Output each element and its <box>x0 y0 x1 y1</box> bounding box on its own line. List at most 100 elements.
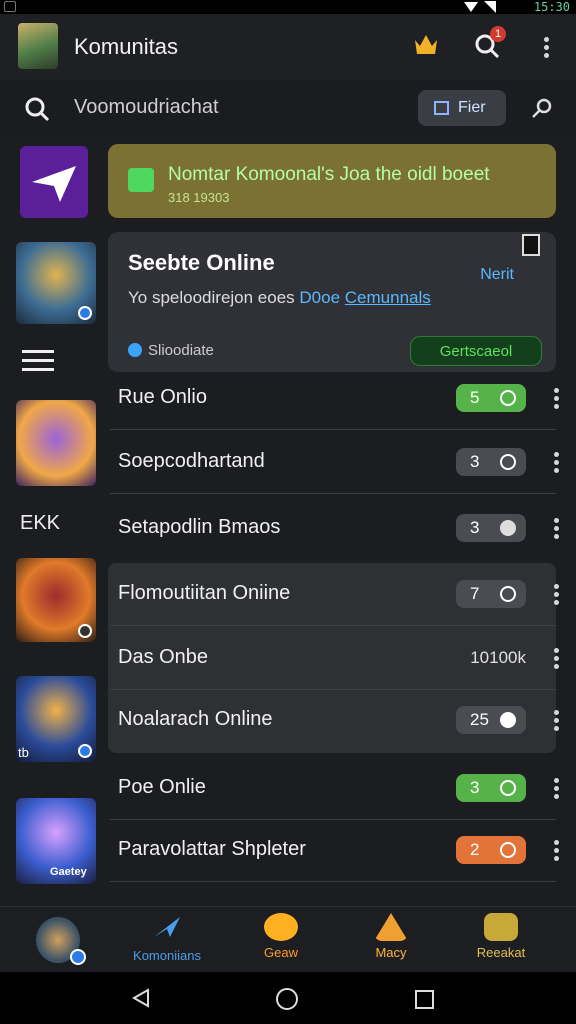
list-item[interactable]: Flomoutiitan Oniine 7 <box>108 564 559 626</box>
filter-label: Fier <box>458 99 486 116</box>
refresh-icon <box>500 390 516 406</box>
crown-icon[interactable] <box>412 30 440 58</box>
globe-icon <box>128 343 142 357</box>
list-item-name: Paravolattar Shpleter <box>118 838 306 860</box>
crown-icon <box>484 913 518 941</box>
card-title: Seebte Online <box>128 250 275 275</box>
item-menu-icon[interactable] <box>553 518 559 540</box>
card-footer: Slioodiate <box>128 342 214 359</box>
divider <box>110 493 556 494</box>
bookmark-icon[interactable] <box>522 234 540 256</box>
info-card: Seebte Online Nerit Yo speloodirejon eoe… <box>108 232 556 372</box>
game-avatar-5-label: Gaetey <box>50 866 87 878</box>
count-badge[interactable]: 3 <box>456 448 526 476</box>
status-dot-icon <box>78 624 92 638</box>
search-input[interactable]: Voomoudriachat <box>74 96 219 119</box>
nav-item-communities[interactable]: Komoniians <box>112 913 222 963</box>
count-badge[interactable]: 7 <box>456 580 526 608</box>
item-menu-icon[interactable] <box>553 778 559 800</box>
item-menu-icon[interactable] <box>553 710 559 732</box>
filter-icon <box>434 101 449 115</box>
game-avatar-4[interactable]: tb <box>16 676 96 762</box>
divider <box>110 881 556 882</box>
count-value: 5 <box>470 388 480 407</box>
profile-avatar-nav[interactable] <box>36 917 86 965</box>
emoji-icon <box>500 712 516 728</box>
record-icon <box>500 842 516 858</box>
card-link-2[interactable]: Cemunnals <box>345 288 431 307</box>
telegram-icon[interactable] <box>20 146 88 218</box>
card-body-text: Yo speloodirejon eoes <box>128 288 300 307</box>
item-menu-icon[interactable] <box>553 648 559 670</box>
filter-button[interactable]: Fier <box>418 90 506 126</box>
nav-label: Komoniians <box>133 948 201 963</box>
game-avatar-3[interactable] <box>16 558 96 642</box>
status-time: 15:30 <box>533 0 570 14</box>
count-value: 2 <box>470 840 480 859</box>
advanced-search-icon[interactable] <box>530 96 554 120</box>
search-icon <box>500 586 516 602</box>
system-navigation <box>0 972 576 1024</box>
list-item-name: Setapodlin Bmaos <box>118 516 281 538</box>
count-badge[interactable]: 3 <box>456 514 526 542</box>
overflow-menu-icon[interactable] <box>543 37 549 59</box>
notice-banner[interactable]: Nomtar Komoonal's Joa the oidl boeet 318… <box>108 144 556 218</box>
fire-icon <box>374 913 408 941</box>
count-value: 7 <box>470 584 480 603</box>
list-item[interactable]: Rue Onlio 5 <box>108 368 559 430</box>
list-item[interactable]: Das Onbe 10100k <box>108 628 559 690</box>
list-item[interactable]: Paravolattar Shpleter 2 <box>108 820 559 882</box>
list-item[interactable]: Setapodlin Bmaos 3 <box>108 498 559 560</box>
card-body: Yo speloodirejon eoes D0oe Cemunnals <box>128 288 431 308</box>
card-link-1[interactable]: D0oe <box>299 288 340 307</box>
nav-item-4[interactable]: Reeakat <box>446 913 556 960</box>
member-count: 10100k <box>470 648 526 667</box>
notice-subtitle: 318 19303 <box>168 190 230 205</box>
list-item-name: Poe Onlie <box>118 776 206 798</box>
profile-avatar[interactable] <box>18 23 58 69</box>
page-title: Komunitas <box>74 34 178 59</box>
item-menu-icon[interactable] <box>553 584 559 606</box>
item-menu-icon[interactable] <box>553 388 559 410</box>
list-item[interactable]: Soepcodhartand 3 <box>108 432 559 494</box>
status-bar: 15:30 <box>0 0 576 14</box>
count-badge[interactable]: 3 <box>456 774 526 802</box>
chick-icon <box>264 913 298 941</box>
online-dot-icon <box>78 744 92 758</box>
back-icon[interactable] <box>132 988 150 1008</box>
send-icon <box>32 166 76 202</box>
game-avatar-5[interactable]: Gaetey <box>16 798 96 884</box>
home-icon[interactable] <box>276 988 298 1010</box>
online-dot-icon <box>70 949 86 965</box>
search-icon[interactable] <box>24 96 50 122</box>
count-value: 25 <box>470 710 489 729</box>
menu-icon[interactable] <box>22 350 54 374</box>
lock-icon <box>128 168 154 192</box>
game-avatar-1[interactable] <box>16 242 96 324</box>
nav-item-3[interactable]: Macy <box>336 913 446 960</box>
count-badge[interactable]: 25 <box>456 706 526 734</box>
nav-item-2[interactable]: Geaw <box>226 913 336 960</box>
list-item-name: Noalarach Online <box>118 708 273 730</box>
refresh-icon <box>500 780 516 796</box>
count-value: 3 <box>470 518 480 537</box>
next-link[interactable]: Nerit <box>480 266 514 284</box>
list-item-name: Das Onbe <box>118 646 209 668</box>
chat-icon <box>500 520 516 536</box>
count-value: 3 <box>470 778 480 797</box>
count-badge[interactable]: 2 <box>456 836 526 864</box>
list-item[interactable]: Poe Onlie 3 <box>108 758 559 820</box>
online-dot-icon <box>78 306 92 320</box>
recent-apps-icon[interactable] <box>415 990 434 1009</box>
game-avatar-2[interactable] <box>16 400 96 486</box>
count-badge[interactable]: 5 <box>456 384 526 412</box>
list-item-name: Flomoutiitan Oniine <box>118 582 291 604</box>
divider <box>110 429 556 430</box>
card-action-button[interactable]: Gertscaeol <box>410 336 542 366</box>
list-item[interactable]: Noalarach Online 25 <box>108 690 559 752</box>
item-menu-icon[interactable] <box>553 840 559 862</box>
item-menu-icon[interactable] <box>553 452 559 474</box>
app-notification-icon <box>4 1 16 12</box>
record-icon <box>500 454 516 470</box>
list-item-name: Soepcodhartand <box>118 450 265 472</box>
